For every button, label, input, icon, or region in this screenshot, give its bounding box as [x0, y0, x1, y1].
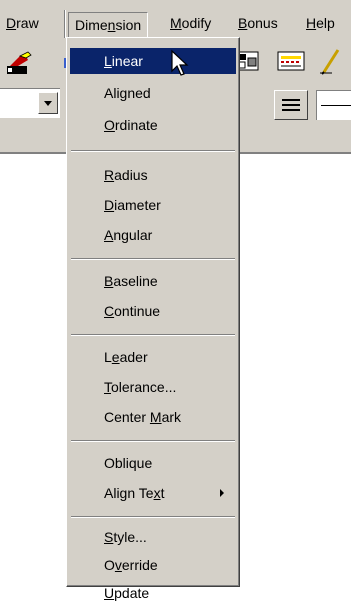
menu-accel: H: [306, 15, 317, 31]
menu-item-accel: O: [104, 117, 115, 133]
menu-help[interactable]: Help: [300, 12, 341, 34]
menu-item-accel: D: [104, 197, 115, 213]
pencil-icon: [320, 49, 340, 75]
menu-item-leader[interactable]: Leader: [70, 344, 236, 370]
menu-item-label: adius: [114, 167, 148, 183]
submenu-arrow-icon: [220, 489, 224, 497]
menu-item-style[interactable]: Style...: [70, 524, 236, 550]
linetype-icon: [282, 109, 300, 111]
menu-item-label: L: [104, 349, 112, 365]
menu-item-accel: L: [104, 53, 112, 69]
pencil-button[interactable]: [316, 46, 346, 76]
menu-item-baseline[interactable]: Baseline: [70, 268, 236, 294]
linetype-sample: [321, 105, 351, 106]
menu-item-accel: C: [104, 303, 115, 319]
menu-item-label: Align Te: [104, 485, 154, 501]
menu-item-linear[interactable]: Linear: [70, 48, 236, 74]
menu-item-label: t: [160, 485, 165, 501]
menu-item-label: ngular: [113, 227, 153, 243]
menu-item-accel: A: [104, 227, 114, 243]
menu-item-label: pdate: [114, 585, 150, 601]
menu-item-accel: v: [114, 557, 122, 573]
menu-item-label: Oblique: [104, 455, 153, 471]
menu-label: onus: [247, 15, 278, 31]
menu-label: Dime: [75, 17, 108, 33]
menu-item-label: iameter: [114, 197, 161, 213]
menu-label: odify: [181, 15, 212, 31]
menu-item-angular[interactable]: Angular: [70, 222, 236, 248]
dropdown-arrow-icon[interactable]: [38, 92, 58, 114]
menu-item-ordinate[interactable]: Ordinate: [70, 112, 236, 138]
menu-bar: Draw Dimension Modify Bonus Help: [0, 0, 351, 41]
menu-label: raw: [16, 15, 39, 31]
menu-item-accel: T: [104, 379, 111, 395]
menu-dimension[interactable]: Dimension: [68, 12, 149, 37]
linetype-icon: [282, 104, 300, 106]
menu-accel: B: [238, 15, 248, 31]
menu-separator: [71, 258, 235, 260]
menu-item-label: aseline: [113, 273, 158, 289]
linetype-icon: [282, 99, 300, 101]
layers-button[interactable]: [276, 46, 306, 76]
menu-bonus[interactable]: Bonus: [232, 12, 284, 34]
menu-item-continue[interactable]: Continue: [70, 298, 236, 324]
menu-accel: M: [170, 15, 182, 31]
linetype-combo[interactable]: [316, 90, 351, 120]
menu-item-label: rdinate: [114, 117, 158, 133]
menu-item-label: inear: [111, 53, 143, 69]
menu-item-accel: M: [149, 409, 162, 425]
menu-item-label: Aligned: [104, 85, 151, 101]
menu-item-oblique[interactable]: Oblique: [70, 450, 236, 476]
menu-item-label: ader: [119, 349, 148, 365]
menu-item-accel: S: [104, 529, 114, 545]
menu-separator: [71, 516, 235, 518]
dimension-menu: Linear Aligned Ordinate Radius Diameter …: [66, 37, 240, 601]
menu-item-align-text[interactable]: Align Text: [70, 480, 236, 506]
menu-item-accel: x: [153, 485, 161, 501]
menubar-separator: [64, 10, 66, 38]
menu-item-radius[interactable]: Radius: [70, 162, 236, 188]
menu-item-label: tyle...: [113, 529, 147, 545]
menu-item-tolerance[interactable]: Tolerance...: [70, 374, 236, 400]
menu-item-diameter[interactable]: Diameter: [70, 192, 236, 218]
menu-item-aligned[interactable]: Aligned: [70, 80, 236, 106]
linetype-button[interactable]: [274, 90, 308, 120]
menu-item-label: olerance...: [111, 379, 177, 395]
menu-item-accel: B: [104, 273, 114, 289]
layers-icon: [277, 51, 305, 71]
menu-modify[interactable]: Modify: [164, 12, 217, 34]
mouse-cursor-icon: [171, 49, 189, 76]
menu-separator: [71, 150, 235, 152]
match-properties-button[interactable]: [4, 48, 34, 78]
menu-label: sion: [115, 17, 142, 33]
menu-accel: D: [6, 15, 17, 31]
menu-item-label: O: [104, 557, 115, 573]
menu-item-label: ark: [161, 409, 182, 425]
menu-label: elp: [316, 15, 335, 31]
menu-item-center-mark[interactable]: Center Mark: [70, 404, 236, 430]
menu-item-label: ontinue: [114, 303, 161, 319]
menu-item-override[interactable]: Override: [70, 552, 236, 578]
paint-brush-icon: [7, 51, 32, 74]
menu-item-accel: R: [104, 167, 115, 183]
menu-separator: [71, 440, 235, 442]
menu-item-label: Center: [104, 409, 150, 425]
menu-item-label: erride: [121, 557, 158, 573]
menu-separator: [71, 334, 235, 336]
menu-draw[interactable]: Draw: [0, 12, 45, 34]
menu-item-accel: U: [104, 585, 115, 601]
menu-item-update[interactable]: Update: [70, 580, 236, 606]
menu-item-accel: e: [111, 349, 120, 365]
